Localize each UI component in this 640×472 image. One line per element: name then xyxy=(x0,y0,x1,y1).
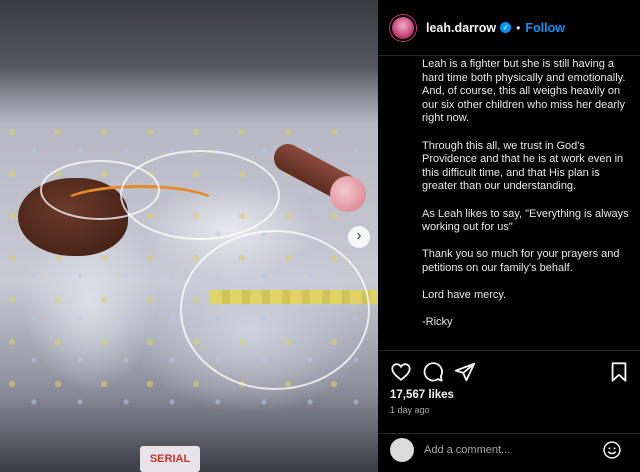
comment-composer xyxy=(378,433,640,469)
header-separator: • xyxy=(516,20,521,35)
carousel-next-button[interactable]: › xyxy=(348,226,370,248)
post-actions: 17,567 likes 1 day ago xyxy=(378,350,640,468)
post-caption: Leah is a fighter but she is still havin… xyxy=(422,58,634,344)
caption-paragraph: Through this all, we trust in God's Prov… xyxy=(422,139,624,193)
medical-wire xyxy=(40,160,160,220)
post-timestamp[interactable]: 1 day ago xyxy=(390,405,430,415)
baby-hand xyxy=(330,176,366,212)
serial-label: SERIAL xyxy=(140,446,200,472)
action-icons xyxy=(390,361,630,385)
caption-paragraph: Leah is a fighter but she is still havin… xyxy=(422,58,626,125)
comment-input[interactable] xyxy=(424,440,594,460)
emoji-icon[interactable] xyxy=(602,440,622,460)
caption-signature: -Ricky xyxy=(422,316,453,329)
likes-count[interactable]: 17,567 likes xyxy=(390,389,454,401)
caption-paragraph: Lord have mercy. xyxy=(422,289,507,302)
post-photo[interactable]: SERIAL › xyxy=(0,0,378,472)
heart-icon[interactable] xyxy=(390,361,412,383)
caption-paragraph: Thank you so much for your prayers and p… xyxy=(422,248,620,274)
verified-badge-icon: ✓ xyxy=(500,22,512,33)
follow-button[interactable]: Follow xyxy=(525,21,565,35)
author-username[interactable]: leah.darrow xyxy=(426,21,496,35)
post-header: leah.darrow ✓ • Follow xyxy=(378,0,640,56)
viewer-avatar xyxy=(390,438,414,462)
bookmark-icon[interactable] xyxy=(608,361,630,383)
caption-paragraph: As Leah likes to say, "Everything is alw… xyxy=(422,207,629,234)
comment-icon[interactable] xyxy=(422,361,444,383)
share-icon[interactable] xyxy=(454,361,476,383)
post-panel: leah.darrow ✓ • Follow Leah is a fighter… xyxy=(378,0,640,472)
author-avatar[interactable] xyxy=(390,14,416,41)
medical-wire xyxy=(180,230,370,390)
